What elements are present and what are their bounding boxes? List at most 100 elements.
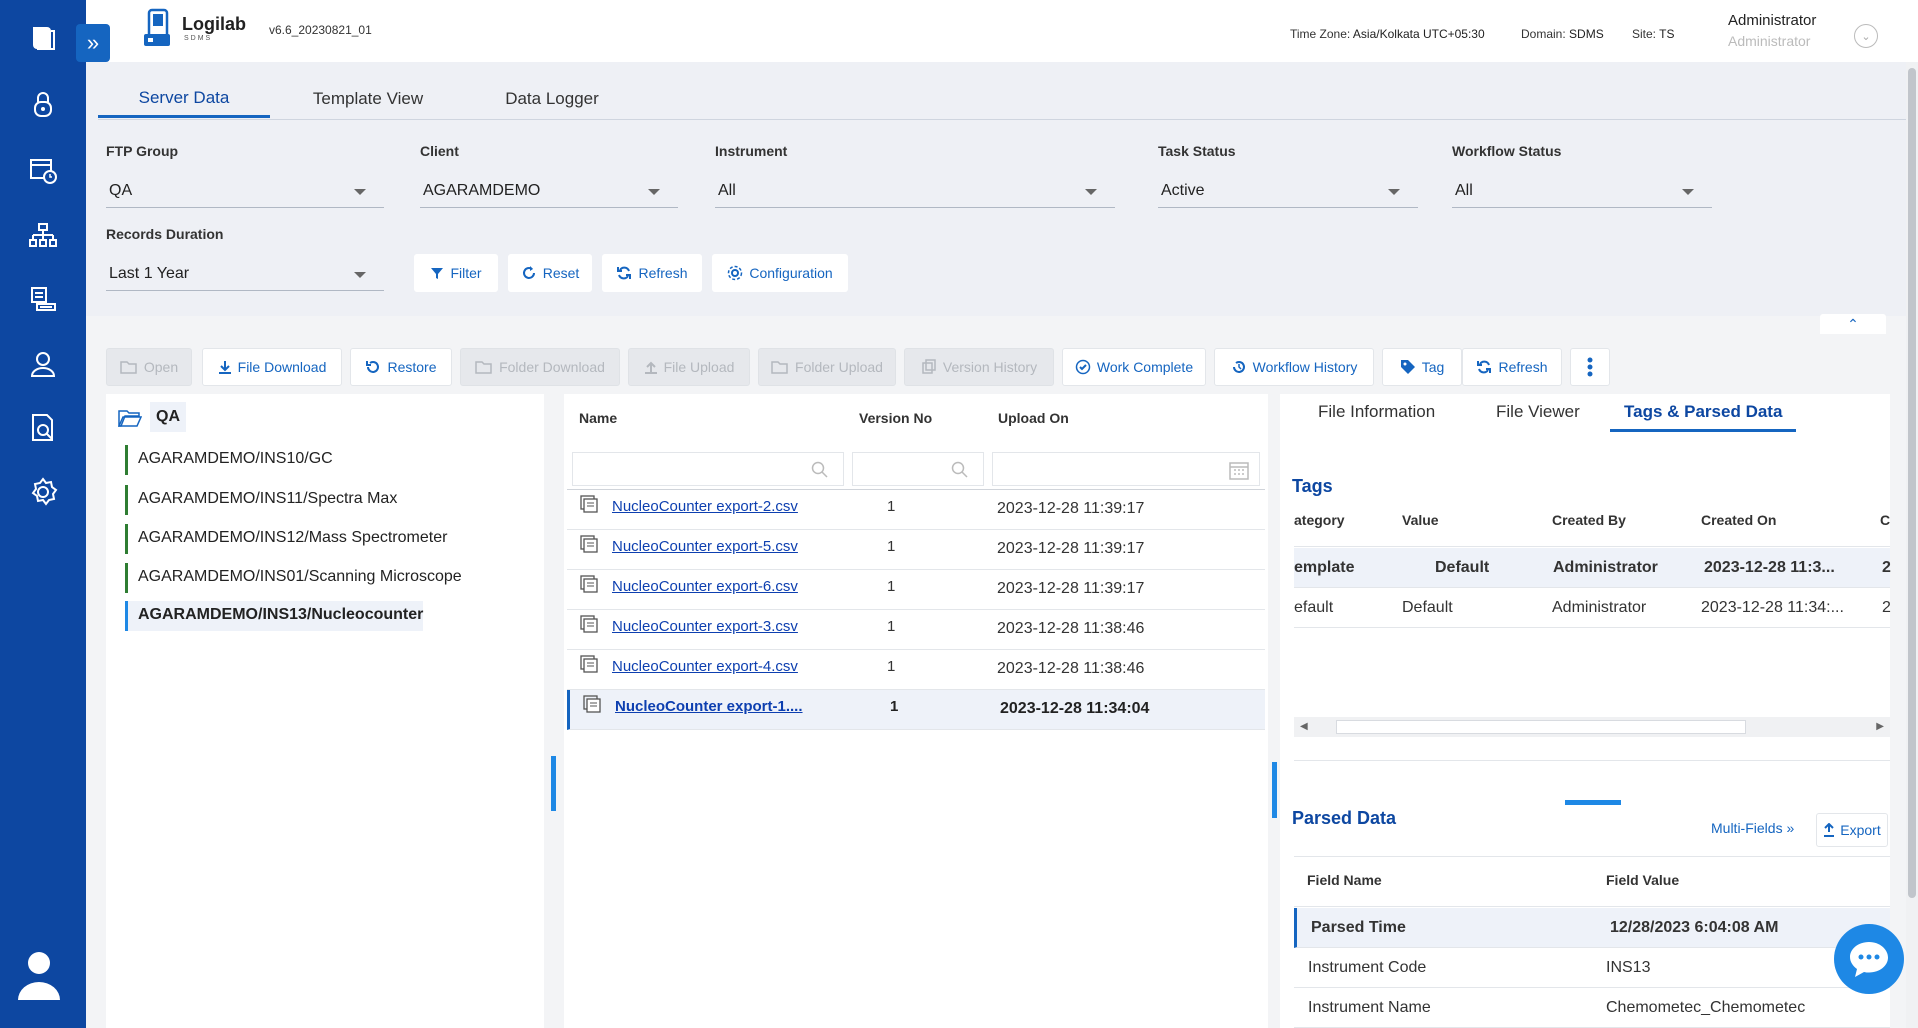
configuration-button[interactable]: Configuration xyxy=(712,254,848,292)
tab-file-information[interactable]: File Information xyxy=(1318,402,1435,432)
tab-tags-parsed-data[interactable]: Tags & Parsed Data xyxy=(1610,402,1797,432)
file-name-link[interactable]: NucleoCounter export-4.csv xyxy=(612,658,798,675)
scrollbar-thumb[interactable] xyxy=(1336,720,1746,734)
open-button[interactable]: Open xyxy=(106,348,192,386)
lock-icon[interactable] xyxy=(23,84,63,124)
page-scrollbar-thumb[interactable] xyxy=(1908,68,1916,898)
records-duration-select[interactable]: Last 1 Year xyxy=(106,259,384,291)
tree-item[interactable]: AGARAMDEMO/INS11/Spectra Max xyxy=(125,485,397,515)
calendar-icon[interactable] xyxy=(1229,460,1249,480)
expand-nav-button[interactable]: » xyxy=(76,24,110,62)
table-row[interactable]: NucleoCounter export-6.csv 1 2023-12-28 … xyxy=(567,570,1265,610)
export-icon xyxy=(1824,823,1835,837)
panel-divider xyxy=(1294,760,1890,761)
splitter-handle[interactable] xyxy=(1565,800,1621,805)
settings-icon[interactable] xyxy=(23,472,63,512)
site-info: Site: TS xyxy=(1632,27,1675,41)
page-scrollbar[interactable] xyxy=(1906,62,1918,1028)
tree-item[interactable]: AGARAMDEMO/INS01/Scanning Microscope xyxy=(125,563,462,593)
reset-button[interactable]: Reset xyxy=(508,254,592,292)
tags-row[interactable]: efault Default Administrator 2023-12-28 … xyxy=(1294,588,1891,628)
file-name-link[interactable]: NucleoCounter export-5.csv xyxy=(612,538,798,555)
client-select[interactable]: AGARAMDEMO xyxy=(420,176,678,208)
column-name[interactable]: Name xyxy=(579,410,617,426)
multi-fields-link[interactable]: Multi-Fields » xyxy=(1711,820,1794,836)
tags-row-selected[interactable]: emplate Default Administrator 2023-12-28… xyxy=(1294,548,1891,588)
name-search-input[interactable] xyxy=(572,452,844,486)
file-upload-button[interactable]: File Upload xyxy=(628,348,750,386)
instrument-select[interactable]: All xyxy=(715,176,1115,208)
user-icon[interactable] xyxy=(23,344,63,384)
version-history-button[interactable]: Version History xyxy=(904,348,1054,386)
column-value[interactable]: Value xyxy=(1402,512,1439,528)
tab-template-view[interactable]: Template View xyxy=(298,80,438,118)
tab-data-logger[interactable]: Data Logger xyxy=(494,80,610,118)
restore-button[interactable]: Restore xyxy=(350,348,452,386)
column-extra[interactable]: C xyxy=(1880,512,1890,528)
user-menu-chevron-icon[interactable]: ⌄ xyxy=(1854,24,1878,48)
table-row[interactable]: NucleoCounter export-3.csv 1 2023-12-28 … xyxy=(567,610,1265,650)
caret-down-icon xyxy=(354,272,366,278)
file-name-link[interactable]: NucleoCounter export-2.csv xyxy=(612,498,798,515)
file-download-button[interactable]: File Download xyxy=(202,348,342,386)
collapse-filters-icon[interactable]: ⌃ xyxy=(1820,314,1886,334)
scroll-left-icon[interactable]: ◀ xyxy=(1300,721,1308,732)
folder-download-button[interactable]: Folder Download xyxy=(460,348,620,386)
tag-button[interactable]: Tag xyxy=(1382,348,1462,386)
parsed-header-divider xyxy=(1294,906,1890,907)
horizontal-scrollbar[interactable]: ◀ ▶ xyxy=(1294,717,1890,737)
table-row[interactable]: NucleoCounter export-5.csv 1 2023-12-28 … xyxy=(567,530,1265,570)
table-row[interactable]: NucleoCounter export-4.csv 1 2023-12-28 … xyxy=(567,650,1265,690)
version-search-input[interactable] xyxy=(852,452,984,486)
refresh-filter-button[interactable]: Refresh xyxy=(602,254,702,292)
column-created-on[interactable]: Created On xyxy=(1701,512,1776,528)
parsed-row[interactable]: Instrument Name Chemometec_Chemometec xyxy=(1294,988,1890,1028)
splitter-handle[interactable] xyxy=(1272,762,1277,818)
book-icon[interactable] xyxy=(23,18,63,58)
tab-file-viewer[interactable]: File Viewer xyxy=(1496,402,1580,432)
scroll-right-icon[interactable]: ▶ xyxy=(1876,721,1884,732)
splitter-handle[interactable] xyxy=(551,756,556,811)
workflow-status-select[interactable]: All xyxy=(1452,176,1712,208)
parsed-row-selected[interactable]: Parsed Time 12/28/2023 6:04:08 AM xyxy=(1294,908,1890,948)
tree-item[interactable]: AGARAMDEMO/INS10/GC xyxy=(125,445,333,475)
column-upload-on[interactable]: Upload On xyxy=(998,410,1069,426)
user-name[interactable]: Administrator xyxy=(1728,12,1816,29)
calendar-clock-icon[interactable] xyxy=(23,150,63,190)
column-created-by[interactable]: Created By xyxy=(1552,512,1626,528)
export-button[interactable]: Export xyxy=(1816,813,1888,847)
document-search-icon[interactable] xyxy=(23,408,63,448)
tab-server-data[interactable]: Server Data xyxy=(98,80,270,118)
domain-info: Domain: SDMS xyxy=(1521,27,1604,41)
history-icon xyxy=(1232,361,1245,373)
filter-button[interactable]: Filter xyxy=(414,254,498,292)
ftp-group-select[interactable]: QA xyxy=(106,176,384,208)
table-row[interactable]: NucleoCounter export-2.csv 1 2023-12-28 … xyxy=(567,490,1265,530)
column-category[interactable]: ategory xyxy=(1294,512,1345,528)
refresh-toolbar-button[interactable]: Refresh xyxy=(1462,348,1562,386)
report-icon[interactable] xyxy=(23,280,63,320)
folder-upload-button[interactable]: Folder Upload xyxy=(758,348,896,386)
file-name-link[interactable]: NucleoCounter export-1.... xyxy=(615,698,803,715)
tree-root[interactable]: QA xyxy=(150,402,186,432)
file-name-link[interactable]: NucleoCounter export-3.csv xyxy=(612,618,798,635)
search-icon xyxy=(811,461,828,478)
parsed-row[interactable]: Instrument Code INS13 xyxy=(1294,948,1890,988)
tree-item[interactable]: AGARAMDEMO/INS12/Mass Spectrometer xyxy=(125,524,447,554)
task-status-select[interactable]: Active xyxy=(1158,176,1418,208)
column-field-value[interactable]: Field Value xyxy=(1606,872,1679,888)
chat-icon[interactable] xyxy=(1834,924,1904,994)
file-version: 1 xyxy=(887,498,896,515)
account-icon[interactable] xyxy=(16,948,62,1000)
column-field-name[interactable]: Field Name xyxy=(1307,872,1382,888)
workflow-history-button[interactable]: Workflow History xyxy=(1214,348,1374,386)
tree-item-selected[interactable]: AGARAMDEMO/INS13/Nucleocounter xyxy=(125,601,424,631)
hierarchy-icon[interactable] xyxy=(23,216,63,256)
upload-date-input[interactable] xyxy=(992,452,1260,486)
file-name-link[interactable]: NucleoCounter export-6.csv xyxy=(612,578,798,595)
column-version[interactable]: Version No xyxy=(859,410,932,426)
more-options-icon[interactable] xyxy=(1570,348,1610,386)
table-row-selected[interactable]: NucleoCounter export-1.... 1 2023-12-28 … xyxy=(567,690,1265,730)
work-complete-button[interactable]: Work Complete xyxy=(1062,348,1206,386)
left-nav xyxy=(0,0,86,1028)
